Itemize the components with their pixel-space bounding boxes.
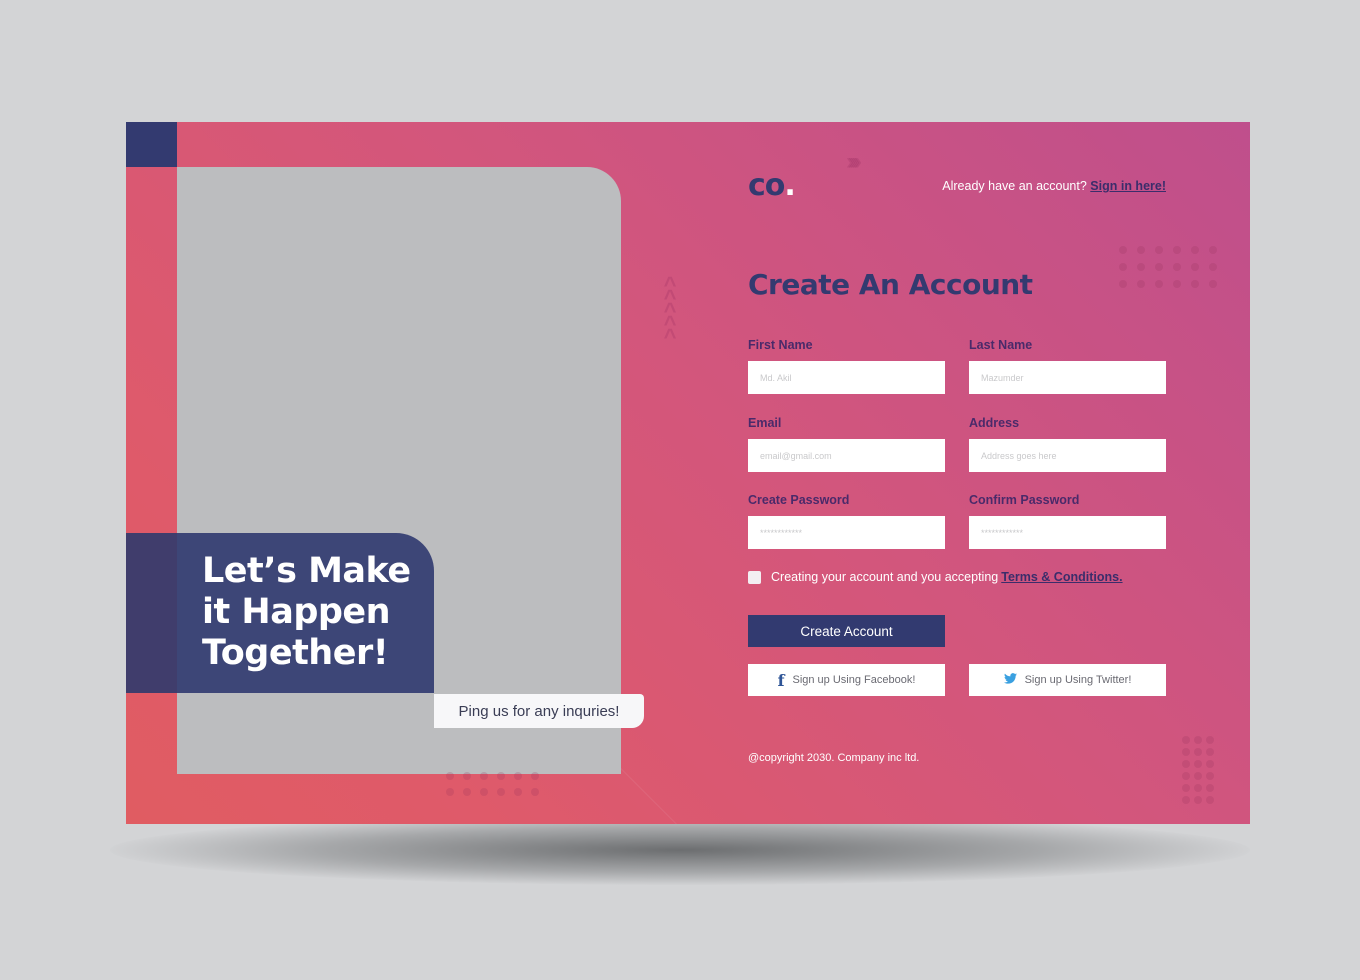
tagline: Let’s Make it Happen Together!	[202, 551, 432, 674]
tagline-line: Together!	[202, 633, 389, 673]
copyright: @copyright 2030. Company inc ltd.	[748, 752, 920, 764]
twitter-icon	[1003, 673, 1017, 687]
dot-grid-decoration	[1182, 736, 1214, 804]
facebook-icon: f	[777, 670, 785, 690]
create-password-input[interactable]	[748, 516, 945, 549]
terms-text: Creating your account and you accepting	[771, 570, 999, 584]
tagline-line: Let’s Make	[202, 551, 411, 591]
address-input[interactable]	[969, 439, 1166, 472]
first-name-field: First Name	[748, 338, 945, 394]
tagline-panel-strip	[126, 533, 177, 693]
corner-accent	[126, 122, 177, 167]
confirm-password-field: Confirm Password	[969, 493, 1166, 549]
first-name-label: First Name	[748, 338, 813, 352]
ping-us-callout[interactable]: Ping us for any inquries!	[434, 694, 644, 728]
confirm-password-label: Confirm Password	[969, 493, 1080, 507]
twitter-signup-label: Sign up Using Twitter!	[1024, 674, 1132, 686]
first-name-input[interactable]	[748, 361, 945, 394]
create-password-field: Create Password	[748, 493, 945, 549]
facebook-signup-label: Sign up Using Facebook!	[792, 674, 916, 686]
chevrons-up-decoration: ^ ^ ^ ^ ^	[663, 272, 677, 349]
signin-link[interactable]: Sign in here!	[1090, 179, 1166, 193]
address-label: Address	[969, 416, 1020, 430]
dot-grid-decoration	[1119, 246, 1217, 288]
email-label: Email	[748, 416, 782, 430]
last-name-input[interactable]	[969, 361, 1166, 394]
last-name-label: Last Name	[969, 338, 1033, 352]
create-account-button[interactable]: Create Account	[748, 615, 945, 647]
logo-dot: .	[784, 168, 795, 203]
address-field: Address	[969, 416, 1166, 472]
email-field: Email	[748, 416, 945, 472]
last-name-field: Last Name	[969, 338, 1166, 394]
signin-prompt-text: Already have an account?	[942, 179, 1087, 193]
confirm-password-input[interactable]	[969, 516, 1166, 549]
chevrons-right-decoration: ›››››	[846, 148, 862, 175]
logo[interactable]: co.	[748, 168, 796, 203]
twitter-signup-button[interactable]: Sign up Using Twitter!	[969, 664, 1166, 696]
tagline-panel: Let’s Make it Happen Together!	[126, 533, 434, 693]
facebook-signup-button[interactable]: f Sign up Using Facebook!	[748, 664, 945, 696]
signin-prompt: Already have an account? Sign in here!	[942, 179, 1166, 193]
page-title: Create An Account	[748, 268, 1033, 301]
tagline-line: it Happen	[202, 592, 391, 632]
dot-grid-decoration	[446, 772, 539, 796]
terms-link[interactable]: Terms & Conditions.	[1001, 570, 1122, 584]
logo-text: co	[748, 168, 785, 203]
card-shadow	[110, 815, 1250, 885]
create-password-label: Create Password	[748, 493, 850, 507]
email-input[interactable]	[748, 439, 945, 472]
terms-row: Creating your account and you accepting …	[748, 570, 1123, 584]
signup-card: ^ ^ ^ ^ ^ ››››› Let’s Make it Happen Togethe…	[126, 122, 1250, 824]
terms-checkbox[interactable]	[748, 570, 761, 584]
